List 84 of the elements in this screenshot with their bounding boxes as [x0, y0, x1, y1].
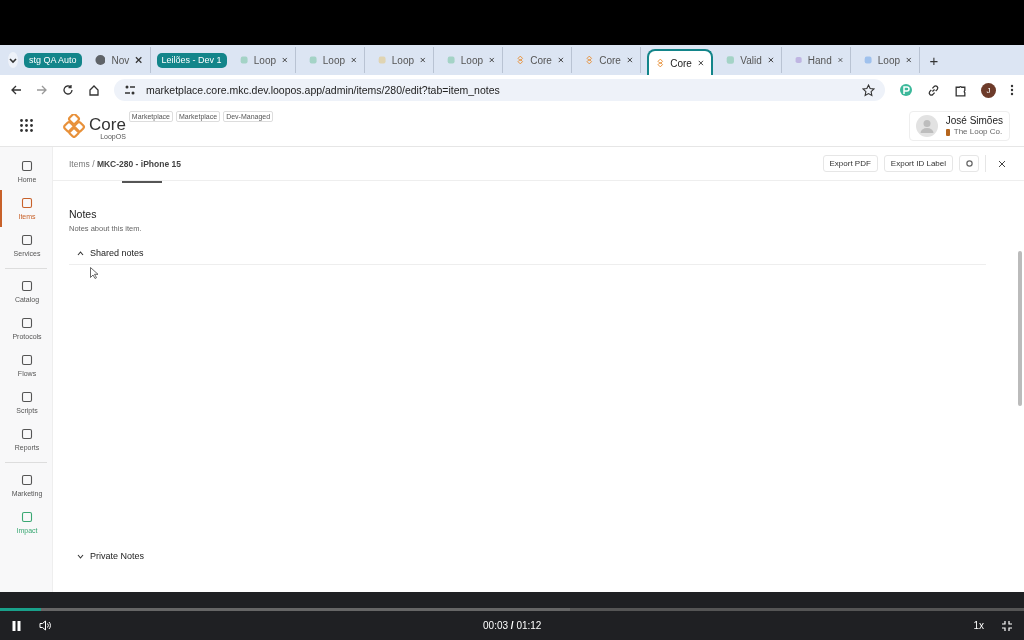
avatar-icon [915, 114, 938, 137]
puzzle-icon[interactable] [954, 83, 967, 97]
back-icon[interactable] [10, 84, 22, 96]
close-icon[interactable] [135, 56, 143, 64]
close-icon [999, 160, 1005, 167]
accordion-header[interactable]: Shared notes [69, 247, 144, 259]
user-name: José Simões [945, 115, 1003, 126]
logo-icon [63, 113, 87, 138]
reload-icon[interactable] [62, 84, 74, 96]
close-icon[interactable] [282, 56, 288, 64]
breadcrumb: Items / MKC-280 - iPhone 15 [69, 158, 181, 169]
tab-title: Loop [877, 54, 901, 66]
tab-search-button[interactable] [8, 52, 18, 68]
tab-title: Loop [253, 54, 277, 66]
tab-favicon-icon [308, 54, 317, 66]
browser-tab[interactable]: Loop [232, 47, 296, 73]
organization-name: The Loop Co. [953, 127, 1003, 136]
tab-title: Core [599, 54, 621, 66]
site-settings-icon[interactable] [124, 84, 136, 96]
tab-title: Nov [111, 54, 130, 66]
tab-title: Core [530, 54, 552, 66]
close-icon[interactable] [489, 56, 495, 64]
mouse-cursor-icon [90, 267, 99, 279]
tab-title: Loop [460, 54, 484, 66]
menu-icon[interactable] [1010, 84, 1014, 96]
browser-tab[interactable]: Valid [718, 47, 782, 73]
url-text: marketplace.core.mkc.dev.loopos.app/admin/items/280/edit?tab=item_notes [146, 84, 500, 96]
close-icon[interactable] [420, 56, 426, 64]
tab-group-label[interactable]: Leilões - Dev 1 [156, 52, 227, 68]
address-bar[interactable]: marketplace.core.mkc.dev.loopos.app/admin/items/280/edit?tab=item_notes [114, 79, 885, 101]
close-icon[interactable] [697, 59, 704, 67]
app-launcher-icon[interactable] [20, 119, 33, 132]
tab-title: Core [670, 57, 692, 69]
tab-title: Loop [322, 54, 346, 66]
browser-tab[interactable]: Loop [301, 47, 365, 73]
playback-speed-button[interactable]: 1x [973, 620, 984, 631]
browser-tab[interactable]: Core [508, 47, 572, 73]
tab-title: Loop [391, 54, 415, 66]
profile-avatar[interactable]: J [981, 82, 996, 98]
export-button[interactable]: Export ID Label [883, 155, 953, 172]
export-button[interactable]: Export PDF [822, 155, 878, 172]
tab-group-label[interactable]: stg QA Auto [24, 52, 82, 68]
tab-favicon-icon [94, 54, 106, 66]
forward-icon[interactable] [36, 84, 48, 96]
bottle-icon [945, 127, 950, 136]
new-tab-button[interactable]: + [925, 51, 943, 69]
pause-icon[interactable] [12, 620, 21, 631]
browser-tab[interactable]: Core [646, 49, 713, 75]
volume-icon[interactable] [39, 620, 51, 631]
video-time: 00:03 / 01:12 [483, 620, 542, 631]
browser-tab[interactable]: Loop [370, 47, 434, 73]
gear-icon [965, 160, 973, 167]
browser-tab[interactable]: Nov [87, 47, 151, 73]
tab-favicon-icon [655, 57, 665, 69]
browser-tab[interactable]: Core [577, 47, 641, 73]
tab-title: Hand [807, 54, 832, 66]
link-icon[interactable] [927, 83, 940, 97]
browser-tab[interactable]: Loop [856, 47, 920, 73]
close-icon[interactable] [626, 56, 633, 64]
user-card[interactable]: José Simões The Loop Co. [908, 110, 1010, 141]
accordion-header[interactable]: Private Notes [69, 550, 145, 562]
tab-favicon-icon [239, 54, 248, 66]
close-icon[interactable] [557, 56, 564, 64]
chevron-icon [77, 250, 84, 256]
close-icon[interactable] [351, 56, 357, 64]
tab-favicon-icon [863, 54, 872, 66]
tab-favicon-icon [446, 54, 455, 66]
tab-favicon-icon [377, 54, 386, 66]
settings-button[interactable] [959, 155, 979, 172]
tab-favicon-icon [515, 54, 525, 66]
tab-favicon-icon [725, 54, 735, 66]
chevron-icon [77, 553, 84, 559]
exit-fullscreen-icon[interactable] [1002, 620, 1012, 631]
logo-text: Core [89, 115, 126, 133]
tab-title: Valid [740, 54, 762, 66]
close-icon[interactable] [767, 56, 774, 64]
section-title: Notes [69, 208, 98, 220]
browser-tab[interactable]: Loop [439, 47, 503, 73]
home-icon[interactable] [88, 84, 100, 96]
browser-tab[interactable]: Hand [787, 47, 851, 73]
tab-favicon-icon [794, 54, 802, 66]
bookmark-star-icon[interactable] [862, 83, 875, 97]
close-icon[interactable] [906, 56, 912, 64]
tab-favicon-icon [584, 54, 594, 66]
